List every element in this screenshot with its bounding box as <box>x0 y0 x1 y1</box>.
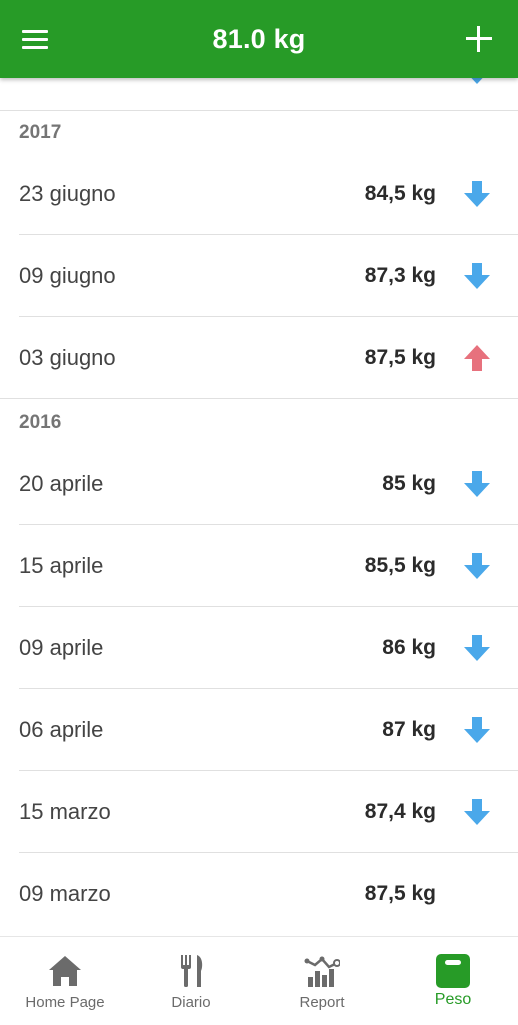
plus-icon <box>477 26 480 52</box>
list-item[interactable]: 23 giugno 84,5 kg <box>0 153 518 235</box>
year-header: 2017 <box>19 122 62 143</box>
arrow-down-icon <box>464 263 490 289</box>
entry-date: 23 giugno <box>19 181 116 206</box>
entry-date: 09 aprile <box>19 635 104 660</box>
entry-weight: 84,5 kg <box>364 182 436 205</box>
scale-icon <box>436 954 470 988</box>
entry-weight: 85,5 kg <box>364 554 436 577</box>
arrow-down-icon <box>464 717 490 743</box>
nav-label: Peso <box>434 991 472 1008</box>
entry-date: 03 giugno <box>19 345 116 370</box>
list-item[interactable]: 15 aprile 85,5 kg <box>0 525 518 607</box>
entry-date: 15 marzo <box>19 799 111 824</box>
home-icon <box>49 956 81 986</box>
weight-history-list[interactable]: 2017 23 giugno 84,5 kg 09 giugno 87,3 kg… <box>0 0 518 936</box>
entry-date: 09 marzo <box>19 881 111 906</box>
entry-date: 15 aprile <box>19 553 104 578</box>
entry-date: 20 aprile <box>19 471 104 496</box>
entry-date: 06 aprile <box>19 717 104 742</box>
nav-home-page[interactable]: Home Page <box>0 937 130 1025</box>
list-item[interactable]: 03 giugno 87,5 kg <box>0 317 518 399</box>
list-item[interactable]: 20 aprile 85 kg <box>0 443 518 525</box>
entry-weight: 85 kg <box>382 472 436 495</box>
arrow-down-icon <box>464 471 490 497</box>
bottom-navigation: Home Page Diario Report Peso <box>0 936 518 1025</box>
add-weight-button[interactable] <box>464 24 494 54</box>
divider <box>0 398 518 399</box>
arrow-up-icon <box>464 345 490 371</box>
entry-weight: 87,5 kg <box>364 882 436 905</box>
entry-weight: 87 kg <box>382 718 436 741</box>
list-item[interactable]: 09 giugno 87,3 kg <box>0 235 518 317</box>
entry-weight: 87,4 kg <box>364 800 436 823</box>
nav-diario[interactable]: Diario <box>126 937 256 1025</box>
arrow-down-icon <box>464 635 490 661</box>
list-item[interactable]: 15 marzo 87,4 kg <box>0 771 518 853</box>
app-bar: 81.0 kg <box>0 0 518 78</box>
nav-label: Report <box>299 994 345 1011</box>
fork-knife-icon <box>181 955 203 987</box>
report-chart-icon <box>304 956 340 987</box>
arrow-down-icon <box>464 553 490 579</box>
list-item[interactable]: 09 aprile 86 kg <box>0 607 518 689</box>
nav-peso[interactable]: Peso <box>388 937 518 1025</box>
entry-weight: 87,3 kg <box>364 264 436 287</box>
year-header: 2016 <box>19 412 62 433</box>
list-item[interactable]: 09 marzo 87,5 kg <box>0 853 518 935</box>
list-item[interactable]: 06 aprile 87 kg <box>0 689 518 771</box>
nav-label: Diario <box>171 994 211 1011</box>
entry-date: 09 giugno <box>19 263 116 288</box>
nav-report[interactable]: Report <box>257 937 387 1025</box>
entry-weight: 87,5 kg <box>364 346 436 369</box>
current-weight-title: 81.0 kg <box>212 24 306 54</box>
arrow-down-icon <box>464 181 490 207</box>
arrow-down-icon <box>464 799 490 825</box>
entry-weight: 86 kg <box>382 636 436 659</box>
nav-label: Home Page <box>25 994 105 1011</box>
